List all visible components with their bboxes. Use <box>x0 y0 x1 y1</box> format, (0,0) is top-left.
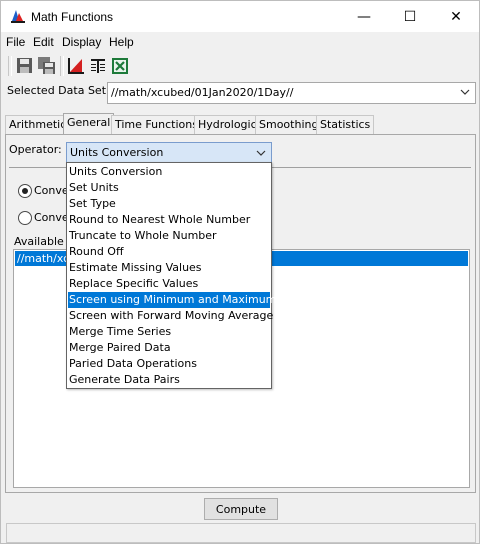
operator-option[interactable]: Generate Data Pairs <box>68 372 270 388</box>
operator-option[interactable]: Paried Data Operations <box>68 356 270 372</box>
toolbar <box>1 52 479 80</box>
operator-option[interactable]: Estimate Missing Values <box>68 260 270 276</box>
tab-time-functions[interactable]: Time Functions <box>111 115 202 134</box>
toolbar-separator <box>60 56 64 76</box>
radio-dot <box>22 188 28 194</box>
excel-icon[interactable] <box>111 57 129 75</box>
compute-button[interactable]: Compute <box>204 498 278 520</box>
selected-data-set-label: Selected Data Set: <box>7 84 110 97</box>
operator-value: Units Conversion <box>70 146 164 159</box>
operator-option[interactable]: Units Conversion <box>68 164 270 180</box>
plot-icon[interactable] <box>67 57 85 75</box>
maximize-button[interactable]: ☐ <box>387 1 433 32</box>
tabulate-icon[interactable] <box>89 57 107 75</box>
operator-option-label: Merge Time Series <box>69 325 172 338</box>
operator-dropdown-list: Units Conversion Set Units Set Type Roun… <box>66 162 276 389</box>
math-functions-window: Math Functions — ☐ ✕ File Edit Display H… <box>0 0 480 544</box>
minimize-button[interactable]: — <box>341 1 387 32</box>
operator-option[interactable]: Set Units <box>68 180 270 196</box>
operator-option[interactable]: Merge Time Series <box>68 324 270 340</box>
operator-option-label: Screen using Minimum and Maximum <box>69 293 277 306</box>
chevron-down-icon[interactable] <box>255 146 267 160</box>
operator-option[interactable]: Screen with Forward Moving Average <box>68 308 274 324</box>
menu-file[interactable]: File <box>6 35 25 49</box>
operator-option-label: Generate Data Pairs <box>69 373 180 386</box>
operator-option[interactable]: Replace Specific Values <box>68 276 270 292</box>
window-title: Math Functions <box>31 10 114 24</box>
operator-label: Operator: <box>9 143 62 156</box>
save-all-icon[interactable] <box>38 57 56 75</box>
app-chart-icon <box>10 8 26 24</box>
operator-option-label: Paried Data Operations <box>69 357 197 370</box>
data-set-value: //math/xcubed/01Jan2020/1Day// <box>111 86 294 99</box>
title-bar: Math Functions — ☐ ✕ <box>1 1 479 32</box>
convert-radio-2[interactable] <box>18 211 32 225</box>
operator-option[interactable]: Round to Nearest Whole Number <box>68 212 270 228</box>
menu-display[interactable]: Display <box>62 35 101 49</box>
operator-option[interactable]: Round Off <box>68 244 270 260</box>
close-button[interactable]: ✕ <box>433 1 479 32</box>
operator-option-label: Truncate to Whole Number <box>69 229 217 242</box>
operator-option-label: Screen with Forward Moving Average <box>69 309 274 322</box>
toolbar-separator <box>8 56 12 76</box>
menu-bar: File Edit Display Help <box>1 32 479 52</box>
operator-option[interactable]: Truncate to Whole Number <box>68 228 270 244</box>
tab-hydrologic[interactable]: Hydrologic <box>194 115 261 134</box>
operator-combo[interactable]: Units Conversion <box>66 142 272 164</box>
operator-option-label: Round Off <box>69 245 124 258</box>
convert-radio-1[interactable] <box>18 184 32 198</box>
data-set-combo[interactable]: //math/xcubed/01Jan2020/1Day// <box>107 82 476 104</box>
operator-option-label: Replace Specific Values <box>69 277 199 290</box>
operator-option-label: Round to Nearest Whole Number <box>69 213 251 226</box>
operator-option-label: Units Conversion <box>69 165 163 178</box>
operator-option[interactable]: Set Type <box>68 196 270 212</box>
tab-statistics[interactable]: Statistics <box>316 115 375 134</box>
operator-option-label: Estimate Missing Values <box>69 261 202 274</box>
menu-help[interactable]: Help <box>109 35 134 49</box>
operator-option-label: Merge Paired Data <box>69 341 171 354</box>
status-bar <box>6 523 476 543</box>
operator-option[interactable]: Merge Paired Data <box>68 340 270 356</box>
tab-arithmetic[interactable]: Arithmetic <box>5 115 71 134</box>
tab-smoothing[interactable]: Smoothing <box>255 115 323 134</box>
save-icon[interactable] <box>16 57 34 75</box>
operator-option-highlighted[interactable]: Screen using Minimum and Maximum <box>68 292 276 308</box>
menu-edit[interactable]: Edit <box>33 35 54 49</box>
operator-option-label: Set Units <box>69 181 119 194</box>
operator-option-label: Set Type <box>69 197 116 210</box>
tab-general[interactable]: General <box>63 113 115 135</box>
chevron-down-icon[interactable] <box>459 85 471 99</box>
